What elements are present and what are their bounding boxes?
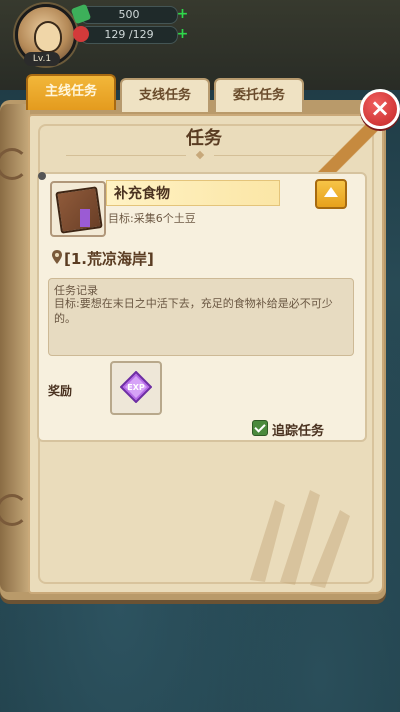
avatar-face <box>34 21 62 53</box>
energy-value: 500 <box>118 8 140 21</box>
card-pin <box>38 172 46 180</box>
exp-gem-icon: EXP <box>120 371 152 403</box>
chevron-up-icon <box>324 187 338 197</box>
tab-side-quest[interactable]: 支线任务 <box>120 78 210 112</box>
bookmark-icon <box>80 209 90 227</box>
close-icon: × <box>369 94 391 122</box>
hp-value: 129 /129 <box>104 28 154 41</box>
quest-location: [1.荒凉海岸] <box>64 250 154 268</box>
claw-mark-decoration <box>250 490 350 588</box>
svg-text:EXP: EXP <box>127 383 145 392</box>
tab-main-quest[interactable]: 主线任务 <box>26 74 116 110</box>
heart-icon <box>73 26 89 42</box>
hp-bar: 129 /129 + <box>73 26 188 44</box>
location-pin-icon <box>52 250 62 264</box>
quest-target: 目标:采集6个土豆 <box>108 212 196 225</box>
track-quest-checkbox[interactable] <box>252 420 268 436</box>
tab-commission-quest[interactable]: 委托任务 <box>214 78 304 112</box>
reward-label: 奖励 <box>48 384 73 398</box>
close-button[interactable]: × <box>360 89 400 129</box>
book-icon <box>55 186 103 234</box>
energy-bar: 500 + <box>70 3 188 25</box>
page-title: 任务 <box>186 128 222 149</box>
add-hp-button[interactable]: + <box>176 27 189 41</box>
title-divider <box>66 155 186 156</box>
add-energy-button[interactable]: + <box>176 7 189 21</box>
quest-log-text: 目标:要想在末日之中活下去，充足的食物补给是必不可少的。 <box>54 297 333 325</box>
reward-item-slot[interactable]: EXP <box>110 361 162 415</box>
quest-name: 补充食物 <box>114 186 170 202</box>
collapse-button[interactable] <box>315 179 347 209</box>
quest-icon-frame <box>50 181 106 237</box>
title-divider <box>214 155 334 156</box>
track-quest-label[interactable]: 追踪任务 <box>272 420 324 439</box>
player-level: Lv.1 <box>24 52 60 66</box>
